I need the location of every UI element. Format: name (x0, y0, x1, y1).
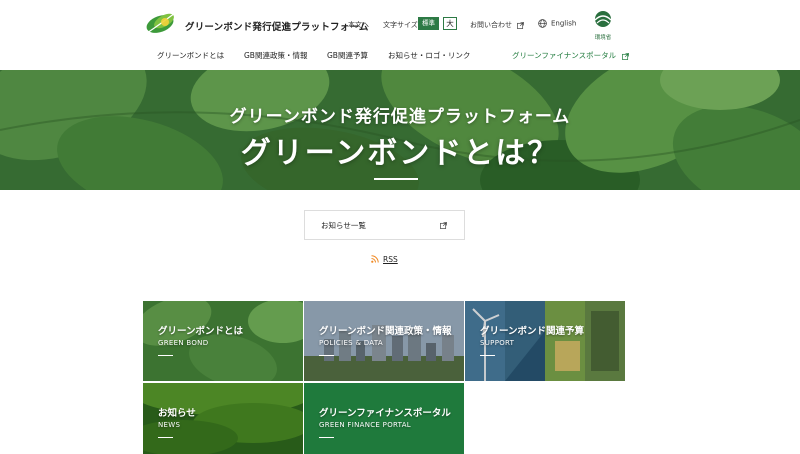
nav-item-news-logo-links[interactable]: お知らせ・ロゴ・リンク (388, 50, 470, 61)
tile-subtitle: GREEN BOND (158, 339, 209, 347)
external-link-icon (517, 21, 525, 29)
tile-divider (158, 437, 173, 438)
language-label: English (551, 19, 577, 28)
nav-item-green-finance-portal[interactable]: グリーンファイナンスポータル (512, 50, 629, 61)
hero-title: グリーンボンドとは？ (240, 136, 560, 171)
news-list-link[interactable]: お知らせ一覧 (304, 210, 465, 240)
language-link[interactable]: English (538, 19, 576, 28)
tile-policies-data[interactable]: グリーンボンド関連政策・情報 POLICIES & DATA (304, 301, 464, 381)
nav-item-green-bond[interactable]: グリーンボンドとは (157, 50, 224, 61)
site-title: グリーンボンド発行促進プラットフォーム (185, 22, 369, 33)
nav-item-gb-budget[interactable]: GB関連予算 (327, 50, 368, 61)
font-size-standard-button[interactable]: 標準 (418, 17, 439, 30)
font-size-label: 文字サイズ (383, 21, 418, 29)
tile-title: グリーンボンドとは (158, 326, 244, 337)
news-list-label: お知らせ一覧 (321, 221, 366, 230)
site-header: グリーンボンド発行促進プラットフォーム 本文へ 文字サイズ 標準 大 お問い合わ… (0, 0, 800, 70)
external-link-icon (440, 222, 447, 229)
tile-title: グリーンボンド関連予算 (480, 326, 585, 337)
rss-link[interactable]: RSS (371, 255, 398, 264)
tile-divider (319, 355, 334, 356)
hero-divider (374, 178, 418, 180)
tile-divider (319, 437, 334, 438)
tile-subtitle: SUPPORT (480, 339, 515, 347)
tile-title: グリーンファイナンスポータル (319, 408, 451, 419)
tile-green-bond[interactable]: グリーンボンドとは GREEN BOND (143, 301, 303, 381)
ministry-logo-link[interactable]: 環境省 (588, 10, 618, 42)
leaf-logo-icon (146, 12, 176, 34)
skip-to-content-link[interactable]: 本文へ (348, 20, 369, 30)
portal-link-label: グリーンファイナンスポータル (512, 51, 617, 60)
font-size-large-button[interactable]: 大 (443, 17, 457, 30)
hero-banner: グリーンボンド発行促進プラットフォーム グリーンボンドとは？ (0, 70, 800, 190)
ministry-of-environment-icon (594, 11, 612, 27)
tile-title: グリーンボンド関連政策・情報 (319, 326, 452, 337)
rss-label: RSS (383, 255, 398, 264)
tile-news[interactable]: お知らせ NEWS (143, 383, 303, 454)
globe-icon (538, 19, 547, 28)
contact-link[interactable]: お問い合わせ (470, 20, 525, 30)
tile-divider (158, 355, 173, 356)
nav-item-gb-policies[interactable]: GB関連政策・情報 (244, 50, 307, 61)
tile-support[interactable]: グリーンボンド関連予算 SUPPORT (465, 301, 625, 381)
tile-subtitle: POLICIES & DATA (319, 339, 383, 347)
tile-title: お知らせ (158, 408, 196, 419)
tile-subtitle: NEWS (158, 421, 181, 429)
hero-subtitle: グリーンボンド発行促進プラットフォーム (229, 107, 571, 127)
tile-green-finance-portal[interactable]: グリーンファイナンスポータル GREEN FINANCE PORTAL (304, 383, 464, 454)
tile-subtitle: GREEN FINANCE PORTAL (319, 421, 411, 429)
external-link-icon (621, 52, 629, 60)
contact-label: お問い合わせ (470, 21, 512, 29)
tile-divider (480, 355, 495, 356)
rss-icon (371, 255, 379, 263)
ministry-label: 環境省 (594, 35, 612, 41)
